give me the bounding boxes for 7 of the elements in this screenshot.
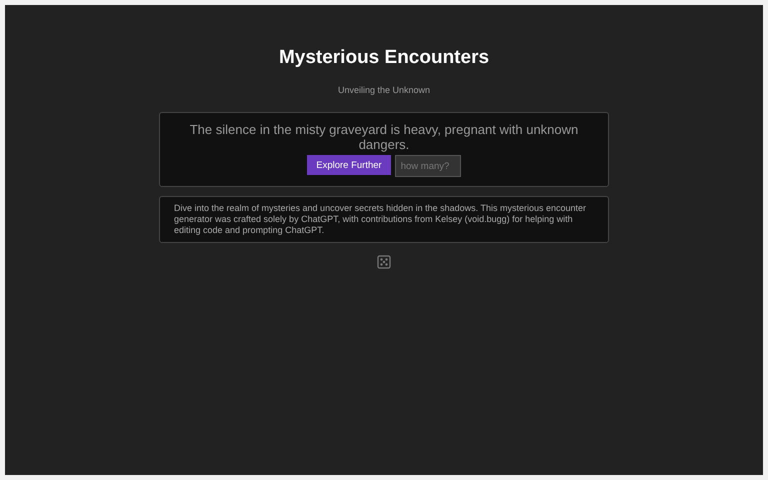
- about-text: Dive into the realm of mysteries and uncover secrets hidden in the shadows. This mysterious encounter generator was crafted solely by ChatGPT, with contributions from Kelsey (void.bugg) for helping with editing code and prompting ChatGPT.: [174, 203, 588, 236]
- page-subtitle: Unveiling the Unknown: [338, 85, 430, 95]
- page-title: Mysterious Encounters: [278, 47, 490, 69]
- count-field[interactable]: how many?: [394, 155, 461, 177]
- encounter-text: The silence in the misty graveyard is heavy, pregnant with unknown dangers.: [188, 122, 580, 152]
- explore-button[interactable]: Explore Further: [307, 155, 391, 175]
- dice-icon[interactable]: [377, 255, 391, 269]
